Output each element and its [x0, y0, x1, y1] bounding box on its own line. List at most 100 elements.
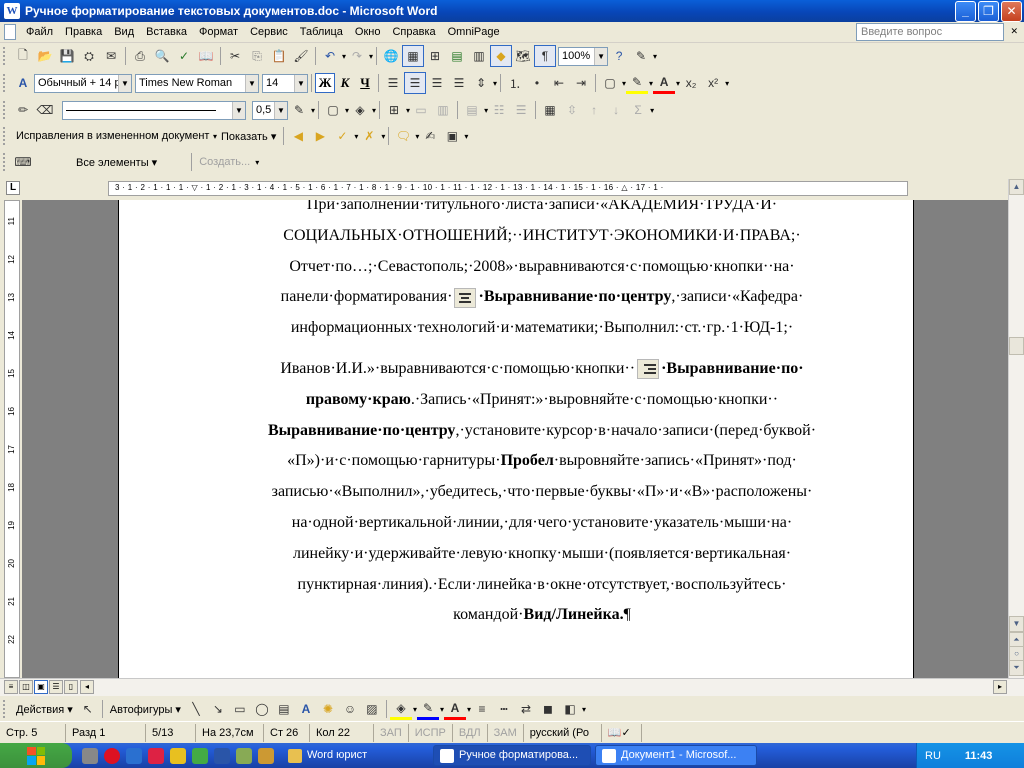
- document-map-icon[interactable]: 🗺: [512, 45, 534, 67]
- merge-cells-icon[interactable]: ▭: [410, 99, 432, 121]
- next-page-icon[interactable]: ⏷: [1009, 660, 1024, 676]
- align-right-icon[interactable]: ☰: [426, 72, 448, 94]
- status-extend[interactable]: ВДЛ: [453, 723, 488, 742]
- menu-table[interactable]: Таблица: [294, 23, 349, 42]
- align-cell-icon[interactable]: ▤: [461, 99, 483, 121]
- line-weight-select[interactable]: 0,5 ▼: [252, 100, 288, 120]
- toolbar-grip[interactable]: [3, 700, 9, 718]
- track-changes-icon[interactable]: ✍: [419, 125, 441, 147]
- toolbar-grip[interactable]: [3, 101, 9, 119]
- word-icon[interactable]: [214, 747, 230, 764]
- toolbar-options-icon[interactable]: ▾: [464, 132, 468, 141]
- distribute-columns-icon[interactable]: ☰: [510, 99, 532, 121]
- status-overtype[interactable]: ЗАМ: [488, 723, 524, 742]
- scroll-right-icon[interactable]: ▸: [993, 680, 1007, 694]
- outline-view-icon[interactable]: ☰: [49, 680, 63, 694]
- undo-icon[interactable]: ↶: [319, 45, 341, 67]
- sort-ascending-icon[interactable]: ↑: [583, 99, 605, 121]
- border-color-icon[interactable]: ✎: [288, 99, 310, 121]
- status-record[interactable]: ЗАП: [374, 723, 409, 742]
- 3d-style-icon[interactable]: ◧: [559, 698, 581, 720]
- draw-table-icon[interactable]: ✏: [12, 99, 34, 121]
- show-menu-button[interactable]: Показать ▾: [217, 130, 280, 143]
- next-change-icon[interactable]: ▶: [309, 125, 331, 147]
- decrease-indent-icon[interactable]: ⇤: [548, 72, 570, 94]
- border-color-dropdown-icon[interactable]: ▾: [311, 106, 315, 115]
- borders-icon[interactable]: ▢: [599, 72, 621, 94]
- insert-table-icon[interactable]: ⊞: [383, 99, 405, 121]
- shadow-style-icon[interactable]: ◼: [537, 698, 559, 720]
- email-icon[interactable]: ✉: [100, 45, 122, 67]
- accept-change-icon[interactable]: ✓: [331, 125, 353, 147]
- align-center-icon[interactable]: ☰: [404, 72, 426, 94]
- document-text[interactable]: При·заполнении·титульного·листа·записи·«…: [229, 200, 855, 631]
- toolbar-grip[interactable]: [3, 153, 9, 171]
- font-size-select[interactable]: 14 ▼: [262, 73, 308, 93]
- hyperlink-icon[interactable]: 🌐: [380, 45, 402, 67]
- spelling-status-icon[interactable]: 📖✓: [602, 723, 642, 742]
- autoshapes-menu[interactable]: Автофигуры ▾: [106, 703, 185, 716]
- quicklaunch-icon-1[interactable]: [82, 747, 98, 764]
- help-icon[interactable]: ?: [608, 45, 630, 67]
- tables-borders-icon[interactable]: ▦: [402, 45, 425, 67]
- insert-comment-icon[interactable]: 🗨: [392, 125, 414, 147]
- oval-icon[interactable]: ◯: [251, 698, 273, 720]
- toolbar-grip[interactable]: [3, 74, 9, 92]
- menu-omnipage[interactable]: OmniPage: [442, 23, 506, 42]
- chevron-down-icon[interactable]: ▼: [118, 74, 131, 92]
- open-icon[interactable]: 📂: [34, 45, 56, 67]
- toolbar-options-icon[interactable]: ▾: [582, 705, 586, 714]
- browser-icon[interactable]: [126, 747, 142, 764]
- line-style-select[interactable]: ▼: [62, 100, 246, 120]
- opera-icon[interactable]: [104, 747, 120, 764]
- sort-descending-icon[interactable]: ↓: [605, 99, 627, 121]
- picture-icon[interactable]: ▨: [361, 698, 383, 720]
- menu-insert[interactable]: Вставка: [140, 23, 193, 42]
- format-painter-icon[interactable]: 🖌: [290, 45, 312, 67]
- status-language[interactable]: русский (Ро: [524, 723, 602, 742]
- folder-taskbar-button[interactable]: Word юрист: [281, 745, 429, 766]
- split-cells-icon[interactable]: ▥: [432, 99, 454, 121]
- distribute-rows-icon[interactable]: ☷: [488, 99, 510, 121]
- research-icon[interactable]: 📖: [195, 45, 217, 67]
- font-color-icon[interactable]: A: [653, 72, 676, 94]
- cut-icon[interactable]: ✂: [224, 45, 246, 67]
- arrow-style-icon[interactable]: ⇄: [515, 698, 537, 720]
- scroll-thumb[interactable]: [1009, 337, 1024, 355]
- word-task-document1[interactable]: Документ1 - Microsof...: [595, 745, 757, 766]
- toolbar-grip[interactable]: [3, 47, 9, 65]
- menu-file[interactable]: Файл: [20, 23, 59, 42]
- align-left-icon[interactable]: ☰: [382, 72, 404, 94]
- chevron-down-icon[interactable]: ▼: [245, 74, 258, 92]
- menu-format[interactable]: Формат: [193, 23, 244, 42]
- keyboard-icon[interactable]: ⌨: [12, 151, 34, 173]
- chevron-down-icon[interactable]: ▼: [232, 101, 245, 119]
- eraser-icon[interactable]: ⌫: [34, 99, 56, 121]
- clock[interactable]: 11:43: [965, 750, 993, 762]
- bullets-icon[interactable]: •: [526, 72, 548, 94]
- scroll-down-icon[interactable]: ▼: [1009, 616, 1024, 632]
- clipart-icon[interactable]: ☺: [339, 698, 361, 720]
- arrow-icon[interactable]: ↘: [207, 698, 229, 720]
- chevron-down-icon[interactable]: ▼: [294, 74, 307, 92]
- toolbar-options-icon[interactable]: ▾: [650, 106, 654, 115]
- menu-view[interactable]: Вид: [108, 23, 140, 42]
- reading-view-icon[interactable]: ▯: [64, 680, 78, 694]
- chevron-down-icon[interactable]: ▼: [594, 47, 608, 65]
- outside-border-icon[interactable]: ▢: [322, 99, 344, 121]
- menu-edit[interactable]: Правка: [59, 23, 108, 42]
- font-select[interactable]: Times New Roman ▼: [135, 73, 259, 93]
- zoom-select[interactable]: 100% ▼: [558, 46, 609, 66]
- app-icon[interactable]: [236, 747, 252, 764]
- styles-formatting-icon[interactable]: A: [12, 72, 34, 94]
- normal-view-icon[interactable]: ≡: [4, 680, 18, 694]
- minimize-button[interactable]: _: [955, 0, 976, 22]
- display-for-review-select[interactable]: Исправления в измененном документ: [12, 130, 212, 142]
- text-direction-icon[interactable]: ⇳: [561, 99, 583, 121]
- line-style-icon[interactable]: ≡: [471, 698, 493, 720]
- horizontal-ruler[interactable]: 3 · 1 · 2 · 1 · 1 · 1 · ▽ · 1 · 2 · 1 · …: [108, 181, 908, 196]
- close-document-icon[interactable]: ✕: [1010, 26, 1018, 37]
- print-layout-icon[interactable]: ▣: [34, 680, 48, 694]
- scroll-up-icon[interactable]: ▲: [1009, 179, 1024, 195]
- bold-button[interactable]: Ж: [315, 73, 335, 93]
